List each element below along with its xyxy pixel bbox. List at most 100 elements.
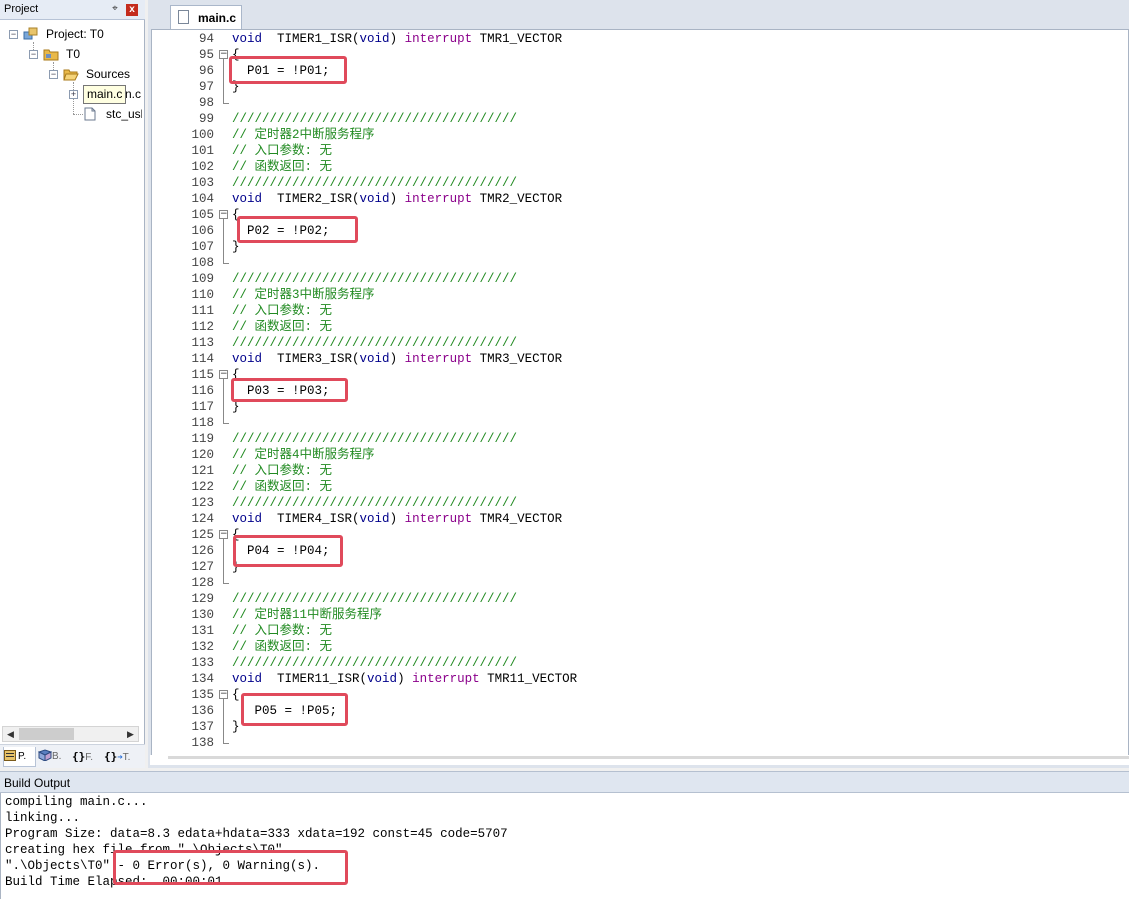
tab-books[interactable]: B. bbox=[38, 747, 68, 767]
code-line[interactable]: 122 // 函数返回: 无 bbox=[152, 479, 1127, 495]
line-number: 121 bbox=[191, 464, 214, 478]
expand-icon[interactable]: + bbox=[69, 90, 78, 99]
code-line[interactable]: 103 /////////////////////////////////////… bbox=[152, 175, 1127, 191]
code-line[interactable]: 130 // 定时器11中断服务程序 bbox=[152, 607, 1127, 623]
code-scrollbar-thumb[interactable] bbox=[168, 756, 1129, 759]
code-line[interactable]: 131 // 入口参数: 无 bbox=[152, 623, 1127, 639]
books-icon bbox=[38, 749, 53, 762]
line-number: 112 bbox=[191, 320, 214, 334]
tab-main-c[interactable]: main.c bbox=[170, 5, 242, 29]
code-line[interactable]: 113 /////////////////////////////////////… bbox=[152, 335, 1127, 351]
code-line[interactable]: 132 // 函数返回: 无 bbox=[152, 639, 1127, 655]
code-line[interactable]: 124 void TIMER4_ISR(void) interrupt TMR4_… bbox=[152, 511, 1127, 527]
code-line[interactable]: 133 /////////////////////////////////////… bbox=[152, 655, 1127, 671]
code-keyword: void bbox=[359, 512, 390, 526]
code-line[interactable]: 129 /////////////////////////////////////… bbox=[152, 591, 1127, 607]
collapse-icon[interactable]: − bbox=[29, 50, 38, 59]
code-token: TIMER3_ISR( bbox=[262, 352, 360, 366]
code-line[interactable]: 104 void TIMER2_ISR(void) interrupt TMR2_… bbox=[152, 191, 1127, 207]
code-comment: // 定时器11中断服务程序 bbox=[232, 608, 383, 622]
highlight-box bbox=[241, 693, 348, 726]
scroll-right-icon[interactable]: ▶ bbox=[123, 727, 138, 741]
code-line[interactable]: 110 // 定时器3中断服务程序 bbox=[152, 287, 1127, 303]
code-line[interactable]: 112 // 函数返回: 无 bbox=[152, 319, 1127, 335]
line-number: 97 bbox=[198, 80, 214, 94]
code-line[interactable]: 123 /////////////////////////////////////… bbox=[152, 495, 1127, 511]
tree-item-project[interactable]: − Project: T0 bbox=[0, 25, 145, 43]
code-line[interactable]: 111 // 入口参数: 无 bbox=[152, 303, 1127, 319]
fold-guide bbox=[223, 719, 224, 735]
line-number: 108 bbox=[191, 256, 214, 270]
tab-project[interactable]: P. bbox=[3, 747, 36, 767]
code-line[interactable]: 114 void TIMER3_ISR(void) interrupt TMR3_… bbox=[152, 351, 1127, 367]
code-line[interactable]: 128 bbox=[152, 575, 1127, 591]
collapse-icon[interactable]: − bbox=[9, 30, 18, 39]
target-folder-icon bbox=[43, 47, 59, 66]
code-line[interactable]: 120 // 定时器4中断服务程序 bbox=[152, 447, 1127, 463]
fold-guide bbox=[223, 95, 224, 103]
line-number: 104 bbox=[191, 192, 214, 206]
sources-label: Sources bbox=[86, 67, 131, 81]
code-line[interactable]: 99 ////////////////////////////////////// bbox=[152, 111, 1127, 127]
code-line[interactable]: 138 bbox=[152, 735, 1127, 751]
highlight-box bbox=[231, 378, 348, 402]
line-number: 117 bbox=[191, 400, 214, 414]
code-text: ////////////////////////////////////// bbox=[232, 591, 517, 607]
tree-item-stc-usl[interactable]: stc_usl bbox=[0, 105, 145, 123]
code-text: void TIMER1_ISR(void) interrupt TMR1_VEC… bbox=[232, 31, 562, 47]
code-text: // 入口参数: 无 bbox=[232, 143, 332, 159]
code-comment: // 函数返回: 无 bbox=[232, 640, 333, 654]
code-line[interactable]: 102 // 函数返回: 无 bbox=[152, 159, 1127, 175]
fold-guide-end bbox=[223, 583, 229, 584]
fold-guide bbox=[223, 543, 224, 559]
code-comment: // 函数返回: 无 bbox=[232, 480, 333, 494]
line-number: 123 bbox=[191, 496, 214, 510]
tab-functions[interactable]: {}F. bbox=[72, 747, 102, 767]
code-line[interactable]: 108 bbox=[152, 255, 1127, 271]
code-line[interactable]: 109 /////////////////////////////////////… bbox=[152, 271, 1127, 287]
project-horizontal-scrollbar[interactable]: ◀ ▶ bbox=[2, 726, 139, 742]
code-line[interactable]: 119 /////////////////////////////////////… bbox=[152, 431, 1127, 447]
code-line[interactable]: 98 bbox=[152, 95, 1127, 111]
fold-toggle-icon[interactable]: − bbox=[219, 210, 228, 219]
code-token: TIMER2_ISR( bbox=[262, 192, 360, 206]
code-comment: // 定时器4中断服务程序 bbox=[232, 448, 375, 462]
code-line[interactable]: 118 bbox=[152, 415, 1127, 431]
tree-item-main-c[interactable]: + n.c main.c bbox=[0, 85, 145, 104]
fold-toggle-icon[interactable]: − bbox=[219, 690, 228, 699]
fold-toggle-icon[interactable]: − bbox=[219, 530, 228, 539]
line-number: 99 bbox=[198, 112, 214, 126]
code-line[interactable]: 94 void TIMER1_ISR(void) interrupt TMR1_V… bbox=[152, 31, 1127, 47]
code-line[interactable]: 134 void TIMER11_ISR(void) interrupt TMR1… bbox=[152, 671, 1127, 687]
tree-item-target[interactable]: − T0 bbox=[0, 45, 145, 63]
project-tab-icon bbox=[4, 749, 16, 761]
fold-guide bbox=[223, 415, 224, 423]
folder-open-icon bbox=[63, 67, 79, 86]
code-comment: ////////////////////////////////////// bbox=[232, 656, 518, 670]
code-comment: ////////////////////////////////////// bbox=[232, 496, 518, 510]
code-line[interactable]: 121 // 入口参数: 无 bbox=[152, 463, 1127, 479]
fold-toggle-icon[interactable]: − bbox=[219, 50, 228, 59]
pin-icon[interactable]: ⌖ bbox=[110, 3, 120, 15]
code-line[interactable]: 101 // 入口参数: 无 bbox=[152, 143, 1127, 159]
line-number: 109 bbox=[191, 272, 214, 286]
code-line[interactable]: 100 // 定时器2中断服务程序 bbox=[152, 127, 1127, 143]
functions-icon: {} bbox=[72, 750, 86, 763]
tab-templates[interactable]: {}➜T. bbox=[104, 747, 136, 767]
scroll-left-icon[interactable]: ◀ bbox=[3, 727, 18, 741]
scrollbar-thumb[interactable] bbox=[19, 728, 74, 740]
close-icon[interactable]: x bbox=[126, 4, 138, 16]
code-comment: // 定时器2中断服务程序 bbox=[232, 128, 375, 142]
line-number: 95 bbox=[198, 48, 214, 62]
line-number: 94 bbox=[198, 32, 214, 46]
tree-item-sources[interactable]: − Sources bbox=[0, 65, 145, 83]
line-number: 136 bbox=[191, 704, 214, 718]
code-keyword: void bbox=[232, 512, 263, 526]
code-comment: ////////////////////////////////////// bbox=[232, 112, 518, 126]
code-text: // 定时器4中断服务程序 bbox=[232, 447, 375, 463]
collapse-icon[interactable]: − bbox=[49, 70, 58, 79]
fold-toggle-icon[interactable]: − bbox=[219, 370, 228, 379]
code-keyword: void bbox=[359, 192, 390, 206]
code-keyword: void bbox=[232, 192, 263, 206]
line-number: 119 bbox=[191, 432, 214, 446]
